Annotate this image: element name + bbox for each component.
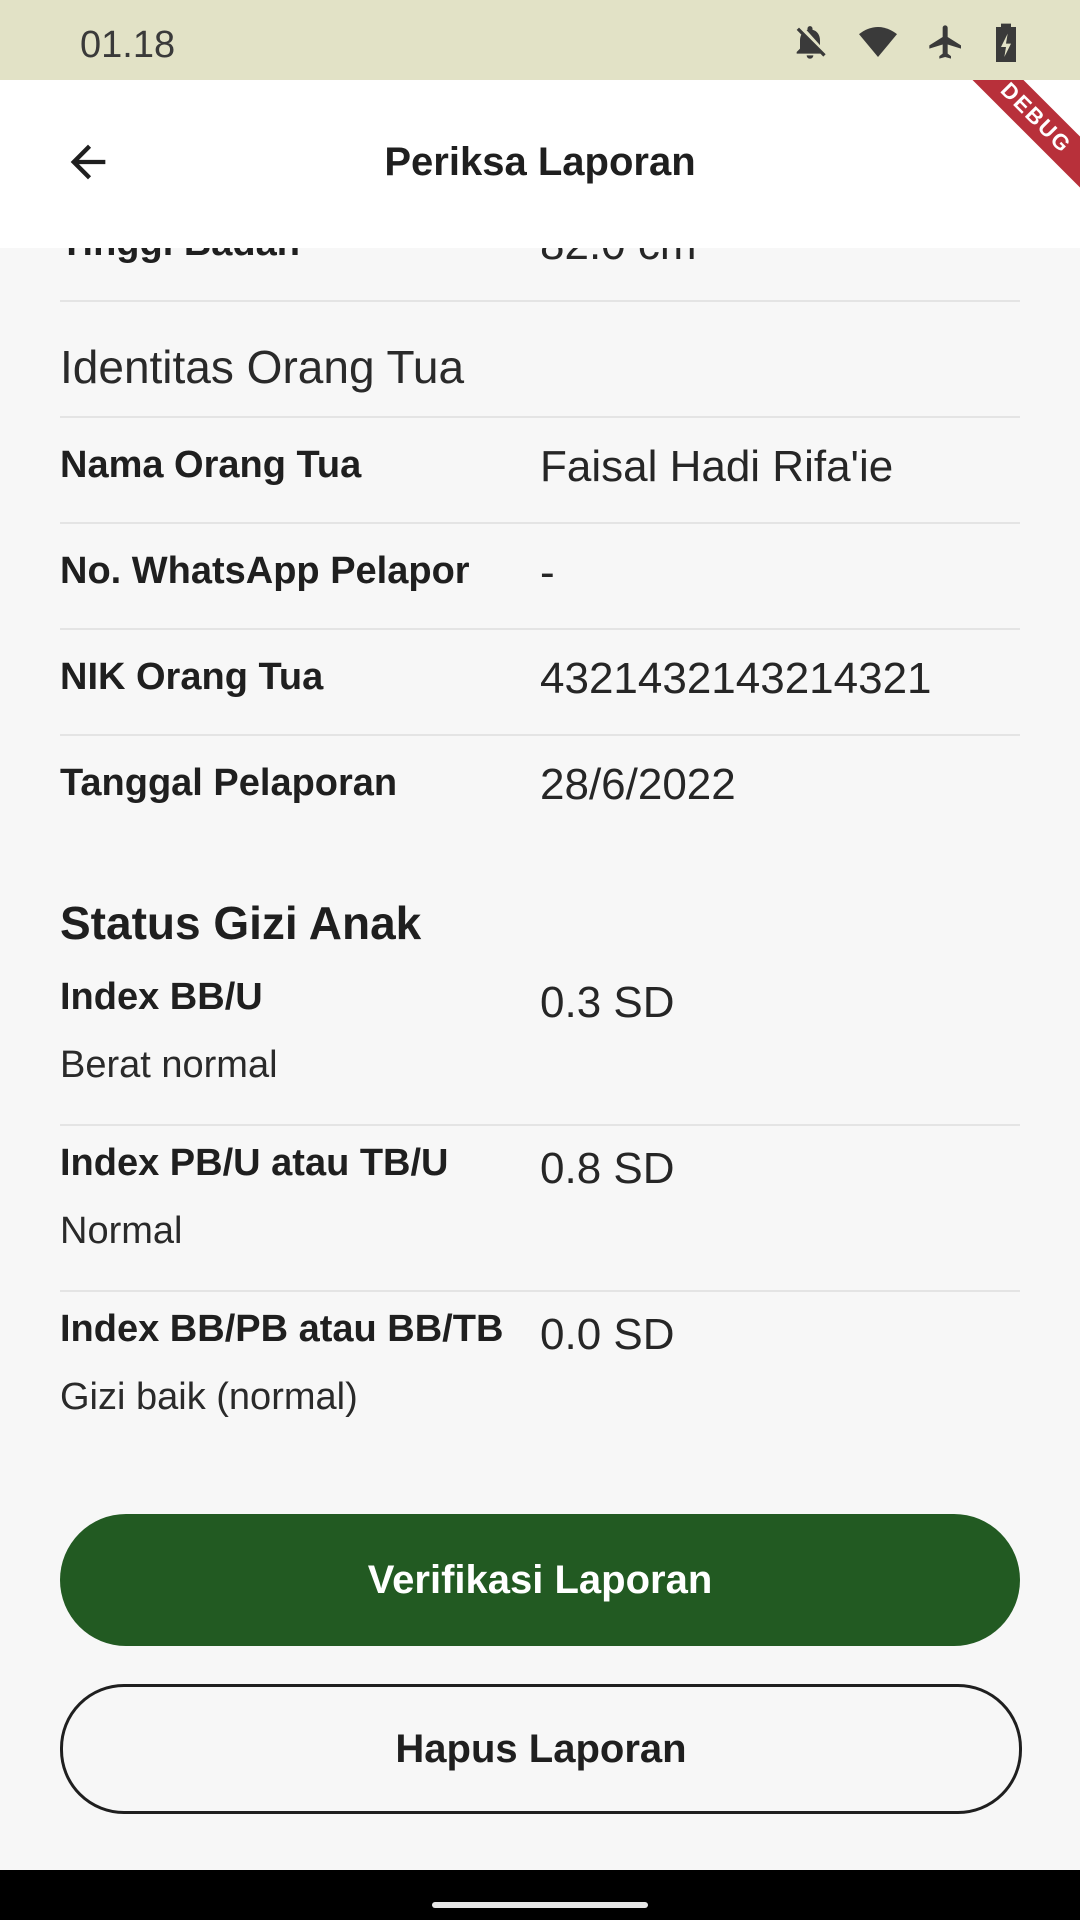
detail-row-whatsapp: No. WhatsApp Pelapor -	[60, 524, 1020, 630]
index-status: Berat normal	[60, 1044, 278, 1086]
page-title: Periksa Laporan	[384, 140, 696, 184]
detail-label: No. WhatsApp Pelapor	[60, 550, 470, 592]
delete-report-button[interactable]: Hapus Laporan	[60, 1684, 1022, 1814]
detail-label: Tinggi Badan	[60, 248, 300, 265]
index-row-bbpb-bbtb: Index BB/PB atau BB/TB Gizi baik (normal…	[60, 1292, 1020, 1456]
section-title: Identitas Orang Tua	[60, 341, 465, 393]
detail-value: 4321432143214321	[540, 654, 932, 703]
notifications-off-icon	[790, 22, 830, 62]
detail-label: NIK Orang Tua	[60, 656, 324, 698]
index-status: Gizi baik (normal)	[60, 1376, 358, 1418]
detail-value: 28/6/2022	[540, 760, 736, 809]
section-title: Status Gizi Anak	[60, 897, 422, 949]
index-row-bbu: Index BB/U Berat normal 0.3 SD	[60, 960, 1020, 1126]
status-icons	[790, 22, 1020, 62]
index-label: Index BB/PB atau BB/TB	[60, 1308, 504, 1350]
verify-report-button[interactable]: Verifikasi Laporan	[60, 1514, 1020, 1646]
detail-label: Nama Orang Tua	[60, 444, 362, 486]
detail-row-parent-name: Nama Orang Tua Faisal Hadi Rifa'ie	[60, 418, 1020, 524]
detail-label: Tanggal Pelaporan	[60, 762, 398, 804]
battery-charging-icon	[992, 22, 1020, 62]
detail-value: Faisal Hadi Rifa'ie	[540, 442, 894, 491]
app-bar: Periksa Laporan DEBUG	[0, 80, 1080, 248]
system-nav-bar	[0, 1870, 1080, 1920]
status-bar: 01.18	[0, 0, 1080, 80]
detail-row-nik: NIK Orang Tua 4321432143214321	[60, 630, 1020, 736]
index-label: Index BB/U	[60, 976, 263, 1018]
detail-row-report-date: Tanggal Pelaporan 28/6/2022	[60, 736, 1020, 840]
index-value: 0.8 SD	[540, 1144, 675, 1193]
nutrition-status-heading: Status Gizi Anak	[60, 840, 1020, 960]
airplane-mode-icon	[926, 22, 966, 62]
report-details: Tinggi Badan 82.0 cm Identitas Orang Tua…	[60, 248, 1020, 1456]
wifi-icon	[856, 22, 900, 62]
home-gesture-handle[interactable]	[432, 1902, 648, 1908]
detail-row-height: Tinggi Badan 82.0 cm	[60, 248, 1020, 302]
index-status: Normal	[60, 1210, 183, 1252]
parent-identity-heading: Identitas Orang Tua	[60, 302, 1020, 418]
index-row-pbu-tbu: Index PB/U atau TB/U Normal 0.8 SD	[60, 1126, 1020, 1292]
status-time: 01.18	[80, 24, 176, 66]
index-value: 0.3 SD	[540, 978, 675, 1027]
index-value: 0.0 SD	[540, 1310, 675, 1359]
index-label: Index PB/U atau TB/U	[60, 1142, 449, 1184]
detail-value: 82.0 cm	[540, 248, 697, 270]
detail-value: -	[540, 548, 555, 597]
